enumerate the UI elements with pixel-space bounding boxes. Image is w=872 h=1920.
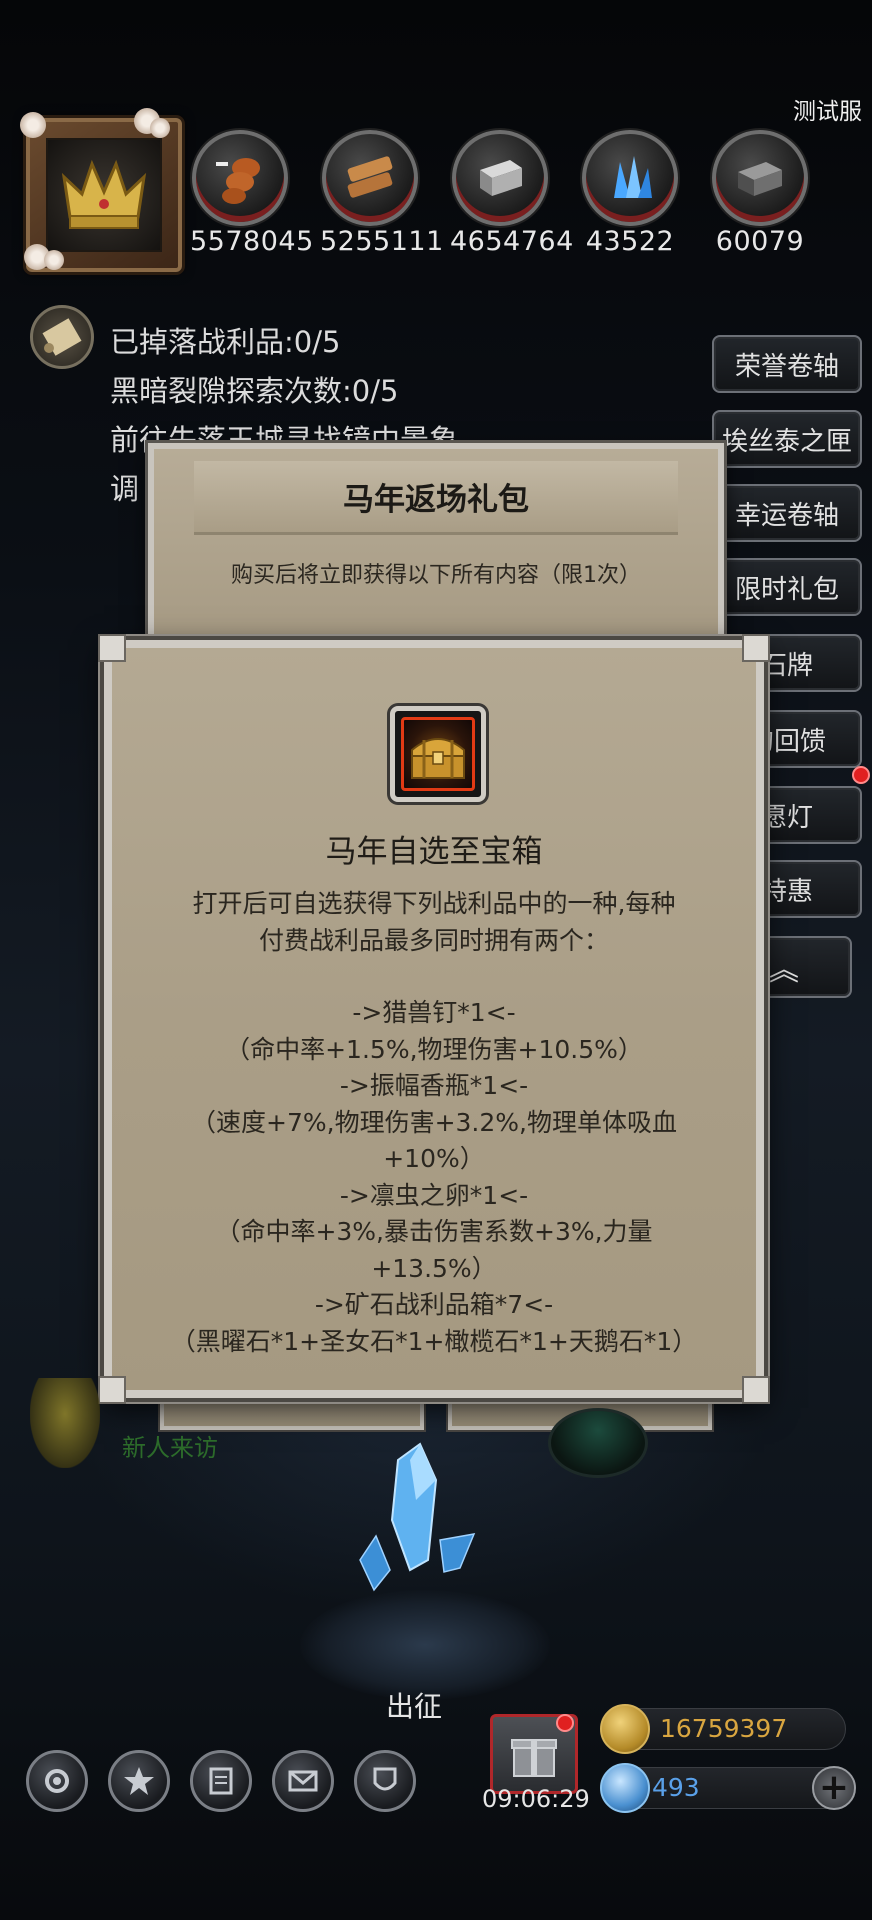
gold-coin-icon	[600, 1704, 650, 1754]
item-description: 打开后可自选获得下列战利品中的一种,每种 付费战利品最多同时拥有两个： ->猎兽…	[156, 886, 712, 1360]
resource-wood[interactable]: 5255111	[320, 130, 444, 257]
notification-dot	[852, 766, 870, 784]
expedition-crystal-icon[interactable]	[340, 1440, 490, 1600]
game-screen: 测试服 5578045 5255111 4654764 43522 60079 …	[0, 0, 872, 1920]
resource-stone[interactable]: 60079	[710, 130, 810, 257]
description-line: 付费战利品最多同时拥有两个：	[258, 925, 609, 955]
wood-icon	[322, 130, 418, 226]
item-detail-dialog: 马年自选至宝箱 打开后可自选获得下列战利品中的一种,每种 付费战利品最多同时拥有…	[98, 634, 770, 1404]
gift-pack-dialog: 马年返场礼包 购买后将立即获得以下所有内容（限1次）	[148, 443, 724, 643]
resource-value: 5255111	[320, 226, 444, 257]
flower-ornament	[44, 250, 64, 270]
task-item: 黑暗裂隙探索次数:0/5	[110, 374, 399, 408]
description-line: +13.5%）	[371, 1253, 497, 1283]
description-line: ->猎兽钉*1<-	[352, 998, 516, 1027]
gem-icon	[600, 1763, 650, 1813]
description-line: （命中率+3%,暴击伤害系数+3%,力量	[215, 1217, 653, 1246]
meat-icon	[192, 130, 288, 226]
resource-value: 4654764	[450, 226, 574, 257]
item-icon-frame	[390, 706, 486, 802]
stone-icon	[712, 130, 808, 226]
frame-corner	[742, 634, 770, 662]
description-line: （命中率+1.5%,物理伤害+10.5%）	[225, 1034, 643, 1064]
iron-icon	[452, 130, 548, 226]
resource-crystal[interactable]: 43522	[580, 130, 680, 257]
resource-value: 43522	[585, 226, 675, 257]
scroll-icon[interactable]	[30, 305, 94, 369]
frame-corner	[98, 634, 126, 662]
countdown-timer: 09:06:29	[482, 1785, 590, 1813]
resource-iron[interactable]: 4654764	[450, 130, 574, 257]
settings-icon[interactable]	[26, 1750, 88, 1812]
dialog-title-bar: 马年返场礼包	[194, 461, 678, 535]
side-button-chest[interactable]: 埃丝泰之匣	[712, 410, 862, 468]
achievement-icon[interactable]	[108, 1750, 170, 1812]
frame-corner	[742, 1376, 770, 1404]
side-button-lucky-scroll[interactable]: 幸运卷轴	[712, 484, 862, 542]
add-currency-button[interactable]: +	[812, 1766, 856, 1810]
dialog-title: 马年返场礼包	[343, 482, 529, 518]
flower-ornament	[150, 118, 170, 138]
resource-value: 60079	[715, 226, 805, 257]
cauldron-icon[interactable]	[548, 1408, 648, 1478]
description-line: ->矿石战利品箱*7<-	[314, 1290, 554, 1319]
gold-amount: 16759397	[660, 1714, 788, 1743]
resource-value: 5578045	[190, 226, 314, 257]
description-line: 打开后可自选获得下列战利品中的一种,每种	[192, 889, 676, 918]
description-line: （黑曜石*1+圣女石*1+橄榄石*1+天鹅石*1）	[170, 1326, 698, 1356]
bell-icon[interactable]	[30, 1378, 100, 1468]
player-portrait[interactable]	[20, 108, 182, 272]
frame-corner	[98, 1376, 126, 1404]
side-button-honor-scroll[interactable]: 荣誉卷轴	[712, 335, 862, 393]
server-label: 测试服	[793, 99, 862, 125]
resource-meat[interactable]: 5578045	[190, 130, 314, 257]
newcomer-label[interactable]: 新人来访	[122, 1428, 218, 1463]
guild-icon[interactable]	[354, 1750, 416, 1812]
dialog-subtitle: 购买后将立即获得以下所有内容（限1次）	[231, 563, 641, 588]
notification-dot	[556, 1714, 574, 1732]
description-line: ->凛虫之卵*1<-	[339, 1180, 529, 1210]
treasure-chest-icon	[401, 717, 475, 791]
crown-icon	[61, 159, 147, 229]
gift-icon	[511, 1739, 557, 1777]
gem-amount: 493	[652, 1773, 700, 1802]
crystal-icon	[582, 130, 678, 226]
description-line: ->振幅香瓶*1<-	[339, 1071, 529, 1100]
mail-icon[interactable]	[272, 1750, 334, 1812]
side-button-limited-pack[interactable]: 限时礼包	[712, 558, 862, 616]
flower-ornament	[20, 112, 46, 138]
description-line: （速度+7%,物理伤害+3.2%,物理单体吸血	[191, 1107, 677, 1137]
task-item: 已掉落战利品:0/5	[110, 325, 341, 359]
expedition-label[interactable]: 出征	[386, 1685, 442, 1725]
expedition-pedestal	[300, 1590, 550, 1700]
item-name: 马年自选至宝箱	[325, 834, 543, 870]
rank-icon[interactable]	[190, 1750, 252, 1812]
description-line: +10%）	[383, 1144, 485, 1173]
